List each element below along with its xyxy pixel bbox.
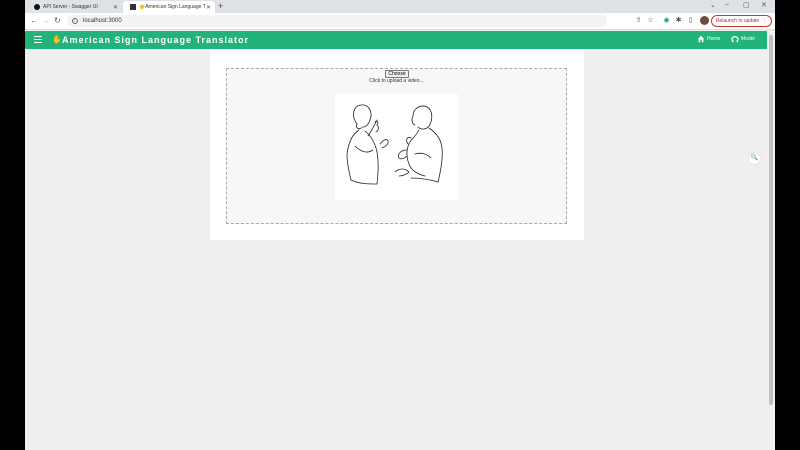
extension-icon[interactable]: ◉ [662, 16, 671, 25]
bookmark-star-icon[interactable]: ☆ [646, 16, 655, 25]
two-people-signing-illustration [346, 104, 443, 185]
relaunch-label: Relaunch to update [715, 18, 760, 24]
relaunch-button[interactable]: Relaunch to update ⋮ [711, 15, 772, 27]
browser-toolbar: ← → ↻ i localhost:3000 ⇪ ☆ ◉ ✱ ▯ Relaunc… [25, 13, 775, 30]
tab-swagger[interactable]: API Server - Swagger UI ✕ [27, 1, 122, 13]
swagger-favicon-icon [34, 4, 40, 10]
nav-home[interactable]: Home [697, 35, 720, 43]
url-text: localhost:3000 [83, 18, 122, 24]
nav-model[interactable]: Model [731, 35, 755, 43]
zoom-icon[interactable]: 🔍 [748, 152, 761, 165]
chevron-down-icon[interactable]: ⌄ [710, 1, 716, 9]
sign-language-illustration [335, 94, 458, 200]
home-icon [697, 35, 705, 43]
choose-file-button[interactable]: Choose [385, 70, 409, 78]
nav-home-label: Home [707, 36, 721, 42]
more-vertical-icon[interactable]: ⋮ [762, 18, 767, 24]
app-title: American Sign Language Translator [62, 35, 250, 45]
side-panel-icon[interactable]: ▯ [686, 16, 695, 25]
close-tab-icon[interactable]: ✕ [113, 4, 118, 11]
new-tab-icon[interactable]: + [218, 1, 223, 12]
nav-model-label: Model [741, 36, 755, 42]
app-bar: ✋ American Sign Language Translator Home… [25, 31, 767, 49]
close-tab-icon[interactable]: ✕ [206, 4, 211, 11]
hamburger-menu-icon[interactable] [34, 36, 42, 43]
tab-asl[interactable]: 🤟American Sign Language T ✕ [123, 1, 215, 13]
hand-sign-icon: ✋ [52, 35, 62, 44]
asl-favicon-icon [130, 4, 136, 10]
upload-card: Choose Click to upload a video... [210, 49, 584, 240]
browser-window: API Server - Swagger UI ✕ 🤟American Sign… [25, 0, 775, 450]
scrollbar[interactable] [767, 31, 775, 450]
tab-title: 🤟American Sign Language T [139, 4, 206, 10]
back-arrow-icon[interactable]: ← [30, 16, 38, 26]
forward-arrow-icon[interactable]: → [42, 16, 50, 26]
tab-strip: API Server - Swagger UI ✕ 🤟American Sign… [25, 0, 775, 13]
minimize-icon[interactable]: – [725, 1, 729, 8]
site-info-icon[interactable]: i [72, 18, 78, 24]
maximize-icon[interactable]: ▢ [743, 1, 750, 9]
upload-hint: Click to upload a video... [369, 78, 424, 84]
upload-dropzone[interactable]: Choose Click to upload a video... [226, 68, 567, 224]
close-window-icon[interactable]: ✕ [761, 1, 767, 9]
share-icon[interactable]: ⇪ [634, 16, 643, 25]
model-icon [731, 36, 739, 43]
avatar[interactable] [700, 16, 709, 25]
reload-icon[interactable]: ↻ [54, 16, 61, 26]
scrollbar-thumb[interactable] [769, 35, 773, 405]
puzzle-icon[interactable]: ✱ [674, 16, 683, 25]
address-bar[interactable]: i localhost:3000 [67, 15, 607, 27]
tab-title: API Server - Swagger UI [43, 4, 98, 10]
